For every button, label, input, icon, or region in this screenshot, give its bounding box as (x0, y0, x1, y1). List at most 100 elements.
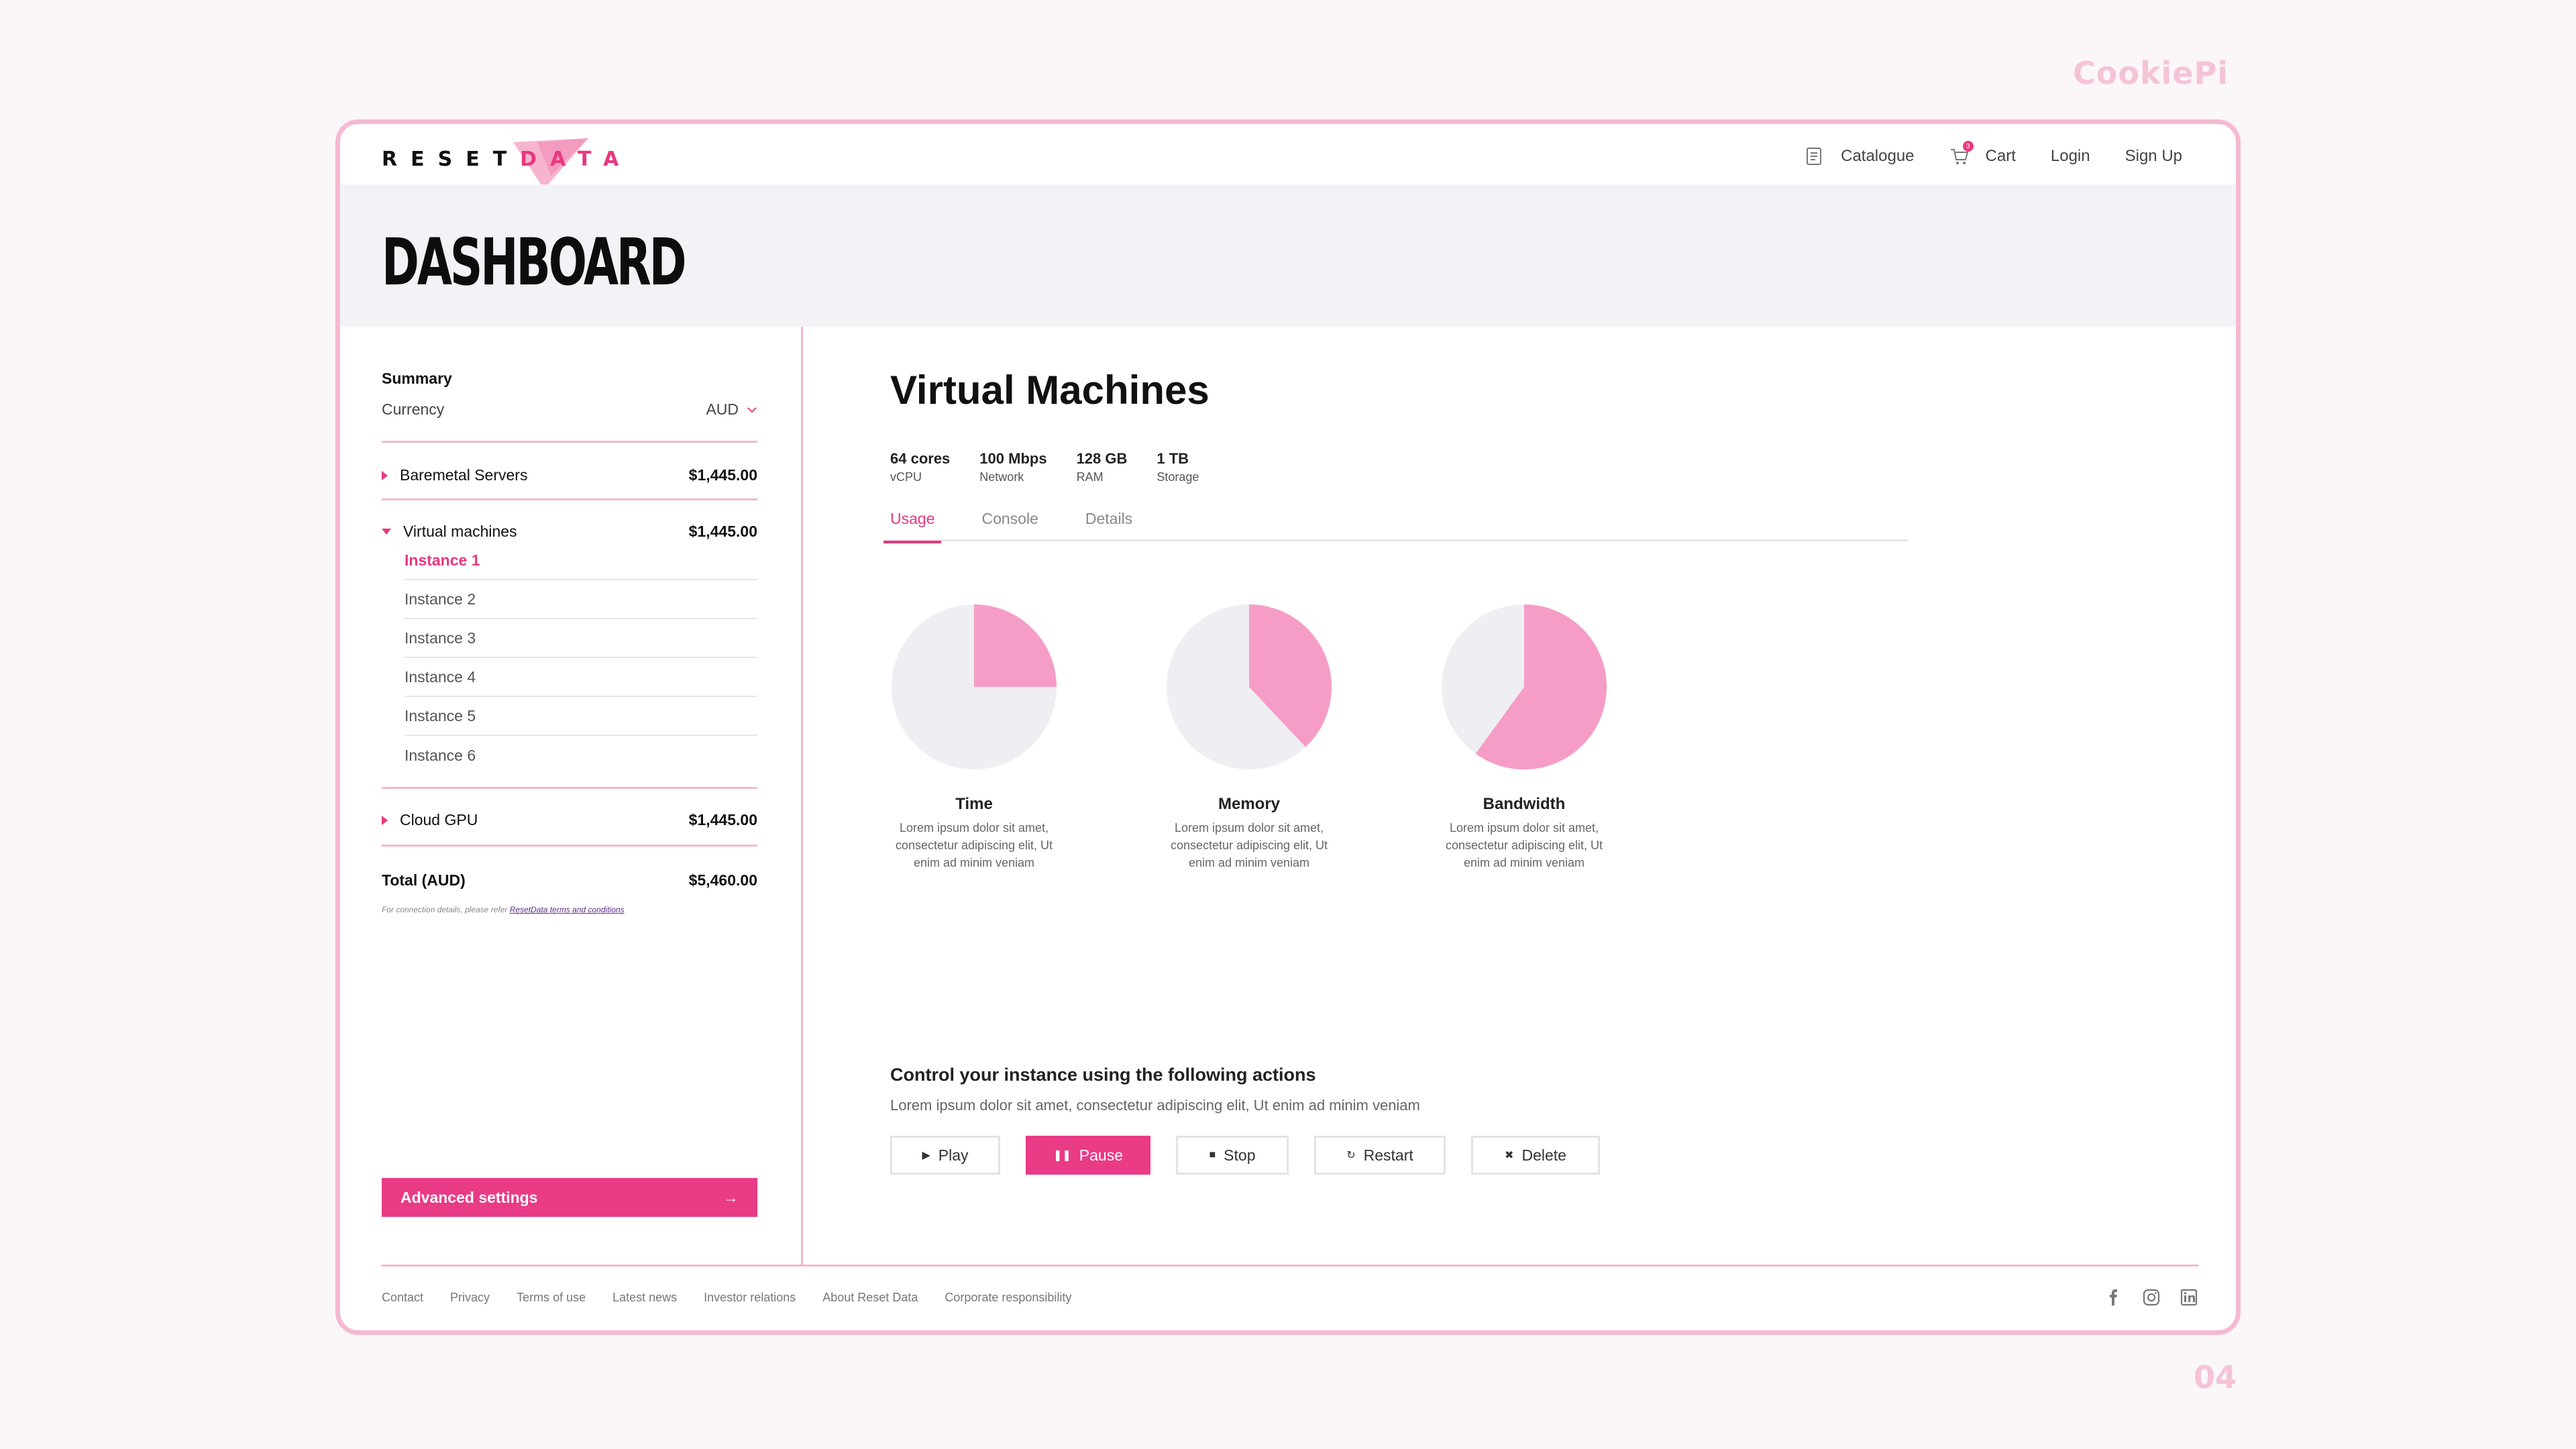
instance-item-5[interactable]: Instance 5 (405, 697, 757, 736)
instance-item-3[interactable]: Instance 3 (405, 619, 757, 658)
footer-link-news[interactable]: Latest news (612, 1291, 677, 1305)
dashboard-window: RESET DATA Catalogue 3 Cart Login Sign U… (335, 119, 2241, 1335)
nav-login[interactable]: Login (2051, 147, 2090, 166)
spec-label: vCPU (890, 470, 922, 484)
desc-line: enim ad minim veniam (1188, 856, 1310, 869)
social-links (2104, 1288, 2198, 1307)
total-label: Total (AUD) (382, 871, 466, 889)
footer-link-privacy[interactable]: Privacy (450, 1291, 490, 1305)
divider (382, 787, 757, 789)
group-label: Cloud GPU (400, 811, 478, 828)
nav-cart[interactable]: 3 Cart (1949, 141, 2016, 166)
spec-value: 64 cores (890, 450, 951, 467)
pause-icon: ❚❚ (1053, 1150, 1071, 1161)
tab-details[interactable]: Details (1079, 506, 1139, 541)
stop-button[interactable]: ■ Stop (1176, 1136, 1289, 1175)
footer-links: Contact Privacy Terms of use Latest news… (382, 1291, 1098, 1305)
delete-button[interactable]: ✖ Delete (1471, 1136, 1600, 1175)
pause-label: Pause (1079, 1146, 1124, 1164)
terms-link[interactable]: ResetData terms and conditions (510, 905, 625, 914)
spec-network: 100 Mbps Network (979, 450, 1046, 484)
restart-icon: ↻ (1346, 1150, 1356, 1161)
delete-label: Delete (1521, 1146, 1566, 1164)
group-baremetal-servers[interactable]: Baremetal Servers $1,445.00 (382, 466, 757, 484)
bandwidth-pie (1442, 604, 1607, 769)
restart-button[interactable]: ↻ Restart (1314, 1136, 1446, 1175)
play-label: Play (938, 1146, 969, 1164)
play-icon: ▶ (922, 1150, 930, 1161)
group-cloud-gpu[interactable]: Cloud GPU $1,445.00 (382, 811, 757, 829)
instagram-icon[interactable] (2142, 1288, 2161, 1307)
caret-right-icon (382, 815, 388, 825)
currency-select[interactable]: AUD (706, 400, 757, 419)
page-title: DASHBOARD (382, 225, 687, 300)
instance-item-1[interactable]: Instance 1 (405, 541, 757, 580)
instance-item-6[interactable]: Instance 6 (405, 736, 757, 775)
pie-title: Time (955, 795, 993, 813)
nav-signup[interactable]: Sign Up (2125, 147, 2182, 166)
instance-item-2[interactable]: Instance 2 (405, 580, 757, 619)
spec-value: 100 Mbps (979, 450, 1047, 467)
group-label: Baremetal Servers (400, 466, 528, 484)
action-buttons: ▶ Play ❚❚ Pause ■ Stop ↻ Restart ✖ Delet… (890, 1136, 1625, 1175)
usage-card-bandwidth: Bandwidth Lorem ipsum dolor sit amet, co… (1440, 603, 1608, 871)
stop-icon: ■ (1209, 1149, 1216, 1161)
caret-right-icon (382, 470, 388, 480)
currency-row: Currency AUD (382, 400, 757, 419)
play-button[interactable]: ▶ Play (890, 1136, 1000, 1175)
footer-link-about[interactable]: About Reset Data (822, 1291, 918, 1305)
currency-label: Currency (382, 400, 445, 418)
tab-console[interactable]: Console (975, 506, 1044, 541)
group-amount: $1,445.00 (688, 811, 757, 828)
summary-heading: Summary (382, 370, 452, 387)
usage-card-time: Time Lorem ipsum dolor sit amet, consect… (890, 603, 1058, 871)
nav-catalogue[interactable]: Catalogue (1805, 146, 1915, 166)
caret-down-icon (382, 529, 391, 535)
chevron-down-icon (747, 407, 757, 413)
logo-reset-text: RESET (382, 147, 521, 171)
spec-label: Network (979, 470, 1024, 484)
top-navbar: RESET DATA Catalogue 3 Cart Login Sign U… (340, 124, 2236, 189)
logo-data-text: DATA (520, 147, 633, 171)
cart-label: Cart (1985, 147, 2016, 165)
cart-icon: 3 (1949, 141, 1974, 166)
group-virtual-machines[interactable]: Virtual machines $1,445.00 (382, 523, 757, 541)
spec-storage: 1 TB Storage (1157, 450, 1199, 484)
desc-line: Lorem ipsum dolor sit amet, (1174, 821, 1324, 835)
spec-list: 64 cores vCPU 100 Mbps Network 128 GB RA… (890, 450, 1199, 484)
delete-icon: ✖ (1505, 1150, 1514, 1161)
pie-slice-used (974, 604, 1057, 687)
instance-item-4[interactable]: Instance 4 (405, 658, 757, 697)
pause-button[interactable]: ❚❚ Pause (1026, 1136, 1150, 1175)
connection-note: For connection details, please refer Res… (382, 905, 625, 914)
desc-line: consectetur adipiscing elit, Ut (895, 839, 1053, 852)
total-row: Total (AUD) $5,460.00 (382, 871, 757, 890)
total-value: $5,460.00 (688, 871, 757, 889)
restart-label: Restart (1363, 1146, 1413, 1164)
footer-link-terms[interactable]: Terms of use (517, 1291, 586, 1305)
pie-description: Lorem ipsum dolor sit amet, consectetur … (1165, 819, 1333, 871)
facebook-icon[interactable] (2104, 1288, 2123, 1307)
pie-description: Lorem ipsum dolor sit amet, consectetur … (1440, 819, 1608, 871)
cart-count-badge: 3 (1962, 141, 1974, 152)
advanced-settings-button[interactable]: Advanced settings → (382, 1178, 757, 1217)
catalogue-icon (1805, 146, 1825, 166)
footer-link-investors[interactable]: Investor relations (704, 1291, 796, 1305)
arrow-right-icon: → (723, 1188, 739, 1206)
tab-usage[interactable]: Usage (883, 506, 942, 543)
footer-link-responsibility[interactable]: Corporate responsibility (945, 1291, 1071, 1305)
advanced-settings-label: Advanced settings (400, 1188, 538, 1206)
spec-label: Storage (1157, 470, 1199, 484)
group-label: Virtual machines (403, 523, 517, 540)
footer-link-contact[interactable]: Contact (382, 1291, 423, 1305)
corner-brand: CookiePi (2073, 55, 2229, 91)
divider (382, 498, 757, 500)
header-band: DASHBOARD (340, 184, 2236, 327)
group-amount: $1,445.00 (688, 466, 757, 484)
footer: Contact Privacy Terms of use Latest news… (382, 1265, 2198, 1330)
control-heading: Control your instance using the followin… (890, 1065, 1316, 1085)
divider (382, 441, 757, 443)
page-number: 04 (2194, 1359, 2237, 1395)
resetdata-logo[interactable]: RESET DATA (382, 138, 633, 189)
linkedin-icon[interactable] (2180, 1288, 2198, 1307)
